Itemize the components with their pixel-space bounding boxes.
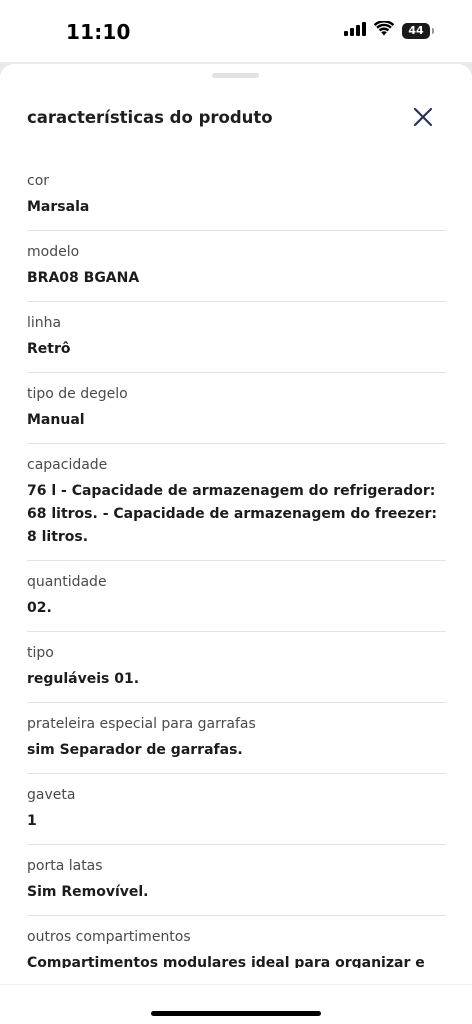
spec-value: Sim Removível. xyxy=(27,884,149,900)
spec-label: capacidade xyxy=(27,457,108,473)
spec-label: prateleira especial para garrafas xyxy=(27,716,256,732)
spec-label: tipo xyxy=(27,645,54,661)
cellular-signal-icon xyxy=(344,21,366,40)
spec-label: cor xyxy=(27,173,50,189)
spec-label: gaveta xyxy=(27,787,76,803)
close-button[interactable] xyxy=(408,104,438,134)
product-characteristics-sheet: características do produto cor Marsala mod… xyxy=(0,64,472,1024)
spec-value: Manual xyxy=(27,412,85,428)
sheet-title: características do produto xyxy=(27,108,273,127)
spec-row: linha Retrô xyxy=(27,302,446,373)
spec-label: linha xyxy=(27,315,62,331)
spec-row: porta latas Sim Removível. xyxy=(27,845,446,916)
spec-value: Marsala xyxy=(27,199,90,215)
home-indicator[interactable] xyxy=(151,1011,321,1016)
status-time: 11:10 xyxy=(66,20,131,44)
spec-row: capacidade 76 l - Capacidade de armazenag… xyxy=(27,444,446,561)
wifi-icon xyxy=(373,20,395,40)
spec-value: 02. xyxy=(27,600,52,616)
spec-value: reguláveis 01. xyxy=(27,671,140,687)
spec-row: outros compartimentos Compartimentos modu… xyxy=(27,916,446,968)
close-icon xyxy=(413,107,433,131)
spec-label: porta latas xyxy=(27,858,103,874)
status-bar: 11:10 44 xyxy=(0,0,472,62)
spec-row: modelo BRA08 BGANA xyxy=(27,231,446,302)
spec-value: Retrô xyxy=(27,341,71,357)
spec-row: cor Marsala xyxy=(27,160,446,231)
battery-icon: 44 xyxy=(402,22,434,39)
sheet-header: características do produto xyxy=(0,64,472,164)
spec-row: prateleira especial para garrafas sim Sep… xyxy=(27,703,446,774)
spec-value: 1 xyxy=(27,813,37,829)
screen: 11:10 44 características do produto cor … xyxy=(0,0,472,1024)
spec-list[interactable]: cor Marsala modelo BRA08 BGANA linha Retrô tip… xyxy=(27,160,446,968)
spec-value: sim Separador de garrafas. xyxy=(27,742,243,758)
spec-label: tipo de degelo xyxy=(27,386,128,402)
spec-row: tipo de degelo Manual xyxy=(27,373,446,444)
spec-label: modelo xyxy=(27,244,80,260)
spec-value: 76 l - Capacidade de armazenagem do refr… xyxy=(27,483,437,545)
status-icons: 44 xyxy=(344,20,434,40)
spec-value: Compartimentos modulares ideal para orga… xyxy=(27,955,425,968)
bottom-bar xyxy=(0,984,472,1024)
spec-value: BRA08 BGANA xyxy=(27,270,140,286)
spec-label: outros compartimentos xyxy=(27,929,191,945)
spec-row: quantidade 02. xyxy=(27,561,446,632)
spec-row: tipo reguláveis 01. xyxy=(27,632,446,703)
spec-row: gaveta 1 xyxy=(27,774,446,845)
spec-label: quantidade xyxy=(27,574,107,590)
